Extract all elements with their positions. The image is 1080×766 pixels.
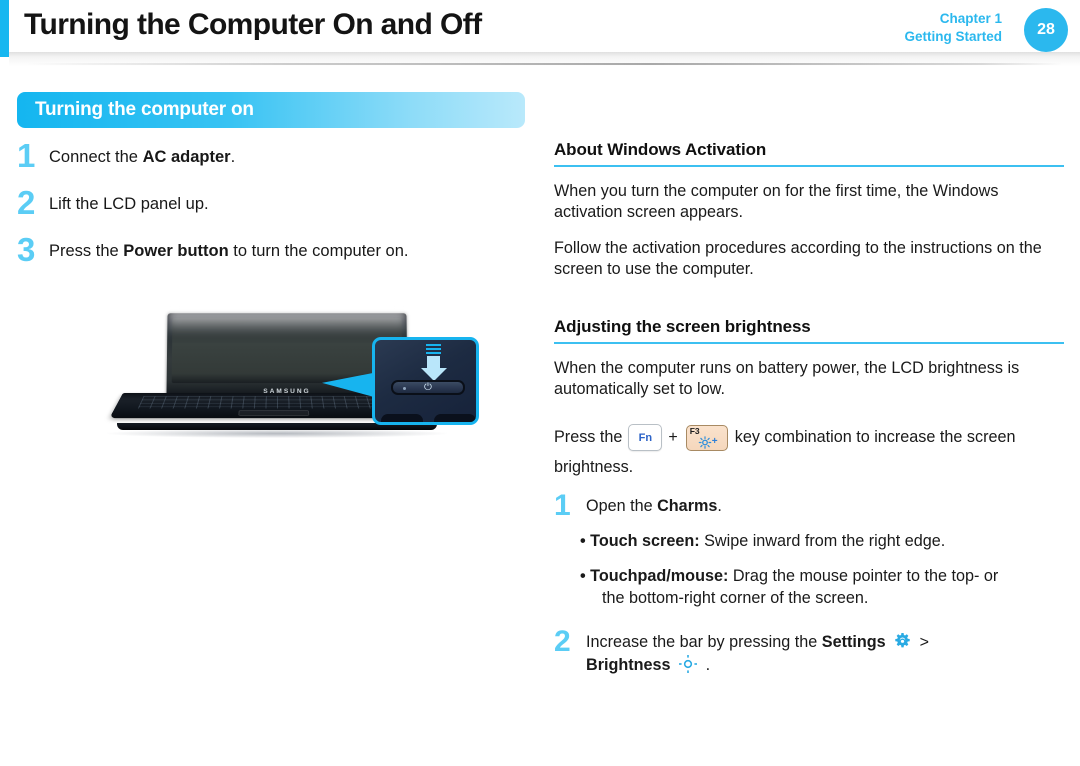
step-text-pre: Lift the LCD panel up.: [49, 195, 209, 214]
step-text: Press the Power button to turn the compu…: [49, 236, 408, 262]
bullet-label: • Touch screen:: [580, 532, 700, 551]
page-title: Turning the Computer On and Off: [24, 8, 482, 41]
key-f3-plus-symbol: +: [711, 435, 718, 447]
heading-windows-activation: About Windows Activation: [554, 140, 1064, 167]
step-text-bold: Power button: [123, 242, 229, 261]
key-combination-line: Press the Fn + F3 + key combination to i…: [554, 424, 1064, 452]
list-item: 1 Connect the AC adapter.: [17, 137, 527, 174]
arrow-down-icon: [421, 344, 447, 381]
separator-chevron: >: [919, 634, 929, 652]
page-number-badge: 28: [1024, 8, 1068, 52]
step-text: Connect the AC adapter.: [49, 142, 235, 168]
key-sentence-post: key combination to increase the screen: [734, 428, 1016, 447]
key-sentence-wrap: brightness.: [554, 458, 634, 477]
laptop-vents: [381, 414, 476, 422]
list-item: 3 Press the Power button to turn the com…: [17, 231, 527, 269]
page-header: Turning the Computer On and Off Chapter …: [0, 0, 1080, 57]
list-item: 1 Open the Charms.: [554, 488, 1064, 522]
key-sentence-pre: Press the: [554, 428, 623, 447]
bullet-touch-screen: • Touch screen: Swipe inward from the ri…: [554, 531, 1064, 553]
bullet-label: • Touchpad/mouse:: [580, 566, 729, 585]
power-button: ⏻: [391, 380, 465, 395]
key-f3[interactable]: F3 +: [685, 424, 728, 451]
indicator-dot-icon: [403, 387, 406, 390]
header-accent-bar: [0, 0, 9, 57]
laptop-lid-glare: [167, 309, 407, 335]
key-f3-label: F3: [689, 425, 700, 436]
step-text-post: .: [705, 655, 711, 674]
step-number: 2: [554, 625, 571, 659]
section-banner: Turning the computer on: [17, 92, 525, 128]
step-text-pre: Press the: [49, 242, 124, 261]
bullet-text: Drag the mouse pointer to the top- or: [728, 566, 999, 585]
step-number: 1: [17, 137, 36, 174]
key-plus-symbol: +: [668, 428, 678, 446]
laptop-touchpad: [238, 410, 310, 416]
key-fn[interactable]: Fn: [628, 424, 663, 452]
list-item: 2 Increase the bar by pressing the Setti…: [554, 625, 1064, 676]
step-text-post: .: [717, 496, 722, 515]
list-item: 2 Lift the LCD panel up.: [17, 184, 527, 222]
step-text-pre: Increase the bar by pressing the: [586, 633, 822, 652]
paragraph: When the computer runs on battery power,…: [554, 358, 1020, 398]
step-number: 2: [17, 184, 36, 222]
power-button-callout: ⏻: [372, 337, 479, 425]
chapter-number-label: Chapter 1: [939, 11, 1002, 26]
right-column: About Windows Activation When you turn t…: [554, 140, 1064, 677]
gear-icon: [895, 633, 910, 648]
bullet-text: Swipe inward from the right edge.: [699, 532, 946, 551]
brightness-up-icon: [698, 435, 712, 449]
brightness-icon: [679, 654, 698, 673]
left-column: 1 Connect the AC adapter. 2 Lift the LCD…: [17, 137, 527, 283]
paragraph: When you turn the computer on for the fi…: [554, 182, 999, 222]
manual-page: Turning the Computer On and Off Chapter …: [0, 0, 1080, 766]
laptop-drop-shadow: [107, 429, 447, 438]
step-text-post: to turn the computer on.: [228, 242, 409, 261]
heading-screen-brightness: Adjusting the screen brightness: [554, 317, 1064, 344]
bullet-text-continuation: the bottom-right corner of the screen.: [602, 588, 869, 607]
step-text: Open the Charms.: [586, 493, 1064, 518]
step-text-post: .: [230, 148, 236, 166]
step-text: Lift the LCD panel up.: [49, 189, 209, 215]
bullet-touchpad-mouse: • Touchpad/mouse: Drag the mouse pointer…: [554, 566, 1064, 588]
step-text-pre: Connect the: [49, 148, 143, 166]
power-icon: ⏻: [424, 381, 432, 393]
step-text-bold: AC adapter: [142, 148, 231, 166]
section-banner-title: Turning the computer on: [35, 99, 254, 120]
step-text-bold: Charms: [657, 496, 718, 515]
header-divider-shadow: [9, 52, 1080, 66]
chapter-title-label: Getting Started: [904, 29, 1002, 45]
step-text-pre: Open the: [586, 496, 658, 515]
paragraph: Follow the activation procedures accordi…: [554, 238, 1042, 279]
step-text: Increase the bar by pressing the Setting…: [586, 629, 1064, 676]
step-number: 3: [17, 231, 36, 269]
settings-label: Settings: [821, 633, 886, 652]
brightness-label: Brightness: [586, 655, 671, 674]
chapter-label-block: Chapter 1 Getting Started: [904, 10, 1002, 46]
step-number: 1: [554, 488, 571, 522]
